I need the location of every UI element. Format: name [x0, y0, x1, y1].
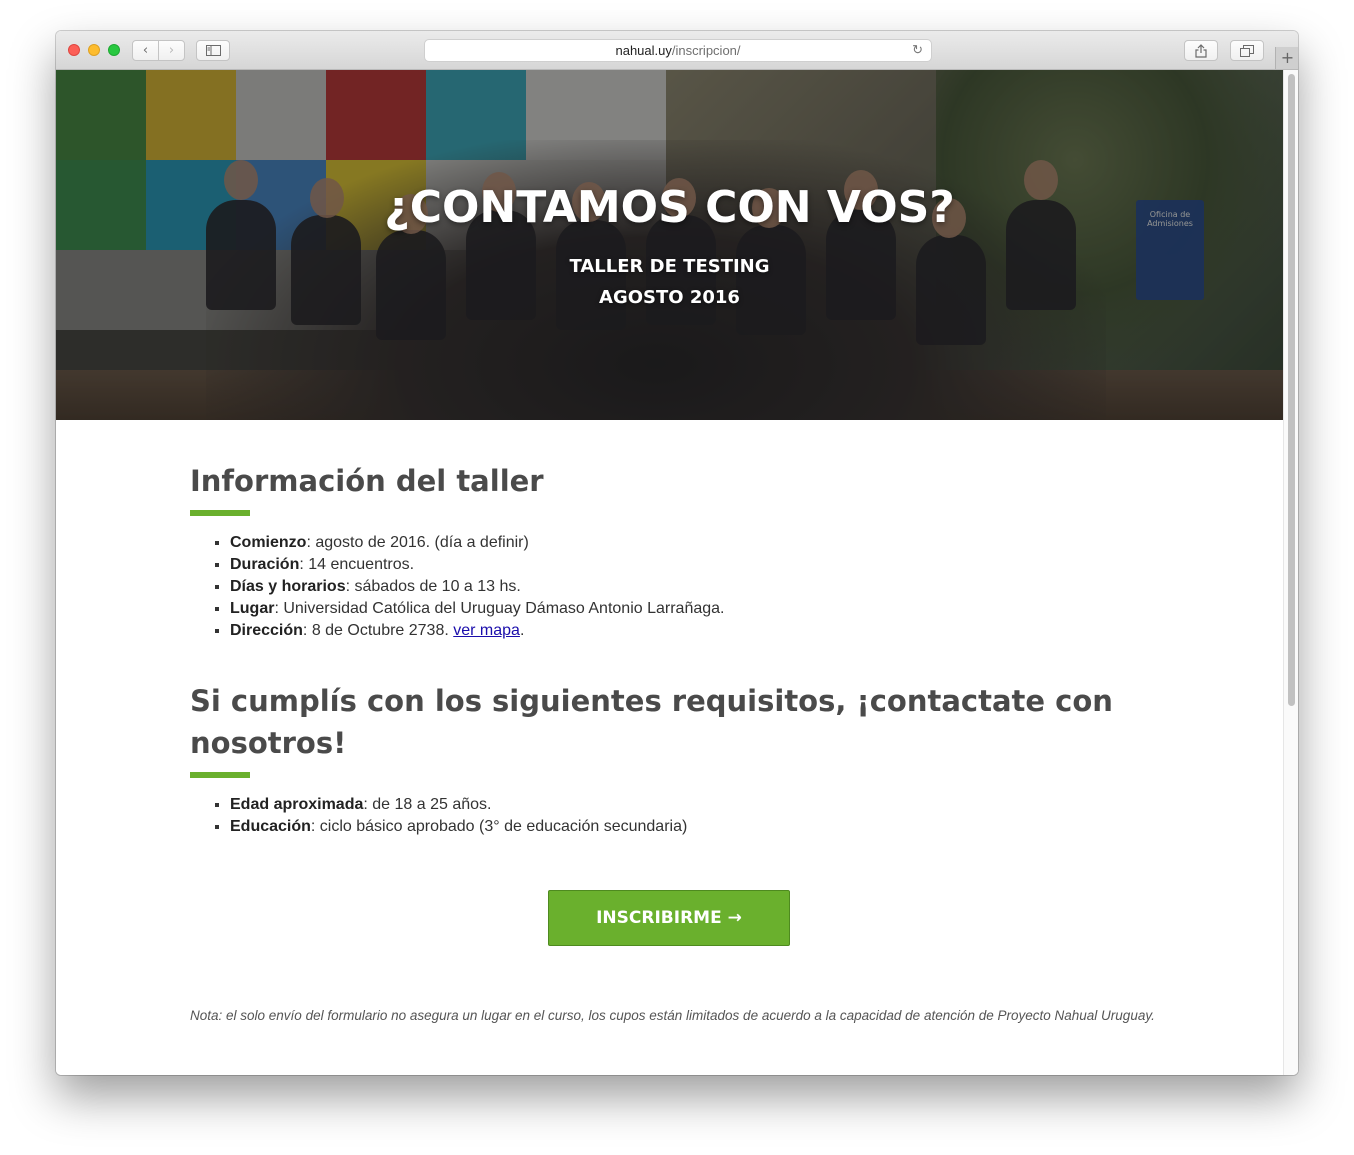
list-item-label: Duración [230, 556, 300, 573]
list-item-label: Dirección [230, 622, 303, 639]
workshop-info-heading: Información del taller [190, 464, 544, 498]
new-tab-button[interactable]: + [1275, 47, 1298, 69]
url-path: /inscripcion/ [671, 43, 741, 58]
tabs-icon [1240, 44, 1254, 57]
list-item-education: Educación: ciclo básico aprobado (3° de … [230, 816, 1150, 838]
address-bar[interactable]: nahual.uy/inscripcion/ ↻ [424, 39, 932, 62]
heading-accent-bar [190, 510, 250, 516]
window-zoom-button[interactable] [108, 44, 120, 56]
list-item-suffix: . [519, 622, 525, 639]
list-item-text: : sábados de 10 a 13 hs. [345, 578, 521, 595]
hero-overlay [56, 70, 1283, 420]
list-item-label: Comienzo [230, 534, 307, 551]
list-item-text: : de 18 a 25 años. [363, 796, 492, 813]
list-item-place: Lugar: Universidad Católica del Uruguay … [230, 598, 1150, 620]
browser-toolbar: ‹ › nahual.uy/inscripcion/ ↻ + [56, 31, 1298, 70]
cta-container: INSCRIBIRME → [548, 890, 790, 946]
page-viewport: Oficina de Admisiones ¿CONTAMOS CON VOS?… [56, 70, 1298, 1075]
list-item-text: : ciclo básico aprobado (3° de educación… [310, 818, 688, 835]
list-item-text: : 8 de Octubre 2738. [302, 622, 454, 639]
enroll-button[interactable]: INSCRIBIRME → [548, 890, 790, 946]
requirements-heading: Si cumplís con los siguientes requisitos… [190, 684, 1113, 760]
url-domain: nahual.uy [615, 43, 672, 58]
reload-icon[interactable]: ↻ [912, 42, 923, 58]
list-item-age: Edad aproximada: de 18 a 25 años. [230, 794, 1150, 816]
sidebar-toggle-button[interactable] [196, 40, 230, 61]
hero-banner: Oficina de Admisiones ¿CONTAMOS CON VOS?… [56, 70, 1283, 420]
disclaimer-note: Nota: el solo envío del formulario no as… [190, 1008, 1155, 1023]
back-button[interactable]: ‹ [133, 41, 158, 60]
tab-overview-button[interactable] [1230, 40, 1264, 61]
main-content: Información del taller Comienzo: agosto … [190, 460, 1150, 838]
list-item-label: Educación [230, 818, 311, 835]
requirements-list: Edad aproximada: de 18 a 25 años. Educac… [190, 794, 1150, 838]
workshop-info-list: Comienzo: agosto de 2016. (día a definir… [190, 532, 1150, 642]
forward-button[interactable]: › [158, 41, 184, 60]
sidebar-icon [205, 45, 221, 56]
heading-accent-bar [190, 772, 250, 778]
window-close-button[interactable] [68, 44, 80, 56]
list-item-start: Comienzo: agosto de 2016. (día a definir… [230, 532, 1150, 554]
page-scrollbar[interactable] [1283, 70, 1298, 1075]
hero-subtitle-course: TALLER DE TESTING [569, 256, 770, 277]
hero-title: ¿CONTAMOS CON VOS? [384, 182, 955, 233]
share-icon [1195, 43, 1207, 58]
nav-buttons: ‹ › [132, 40, 185, 61]
share-button[interactable] [1184, 40, 1218, 61]
scrollbar-thumb[interactable] [1288, 74, 1295, 706]
map-link[interactable]: ver mapa [453, 622, 520, 639]
list-item-address: Dirección: 8 de Octubre 2738. ver mapa. [230, 620, 1150, 642]
browser-window: ‹ › nahual.uy/inscripcion/ ↻ + Oficina d… [56, 31, 1298, 1075]
list-item-label: Lugar [230, 600, 275, 617]
hero-subtitle-date: AGOSTO 2016 [599, 287, 740, 308]
workshop-info-section: Información del taller Comienzo: agosto … [190, 460, 1150, 642]
list-item-text: : 14 encuentros. [299, 556, 415, 573]
list-item-label: Días y horarios [230, 578, 346, 595]
list-item-text: : agosto de 2016. (día a definir) [306, 534, 529, 551]
list-item-schedule: Días y horarios: sábados de 10 a 13 hs. [230, 576, 1150, 598]
list-item-duration: Duración: 14 encuentros. [230, 554, 1150, 576]
list-item-label: Edad aproximada [230, 796, 364, 813]
requirements-section: Si cumplís con los siguientes requisitos… [190, 680, 1150, 838]
window-minimize-button[interactable] [88, 44, 100, 56]
list-item-text: : Universidad Católica del Uruguay Dámas… [274, 600, 725, 617]
